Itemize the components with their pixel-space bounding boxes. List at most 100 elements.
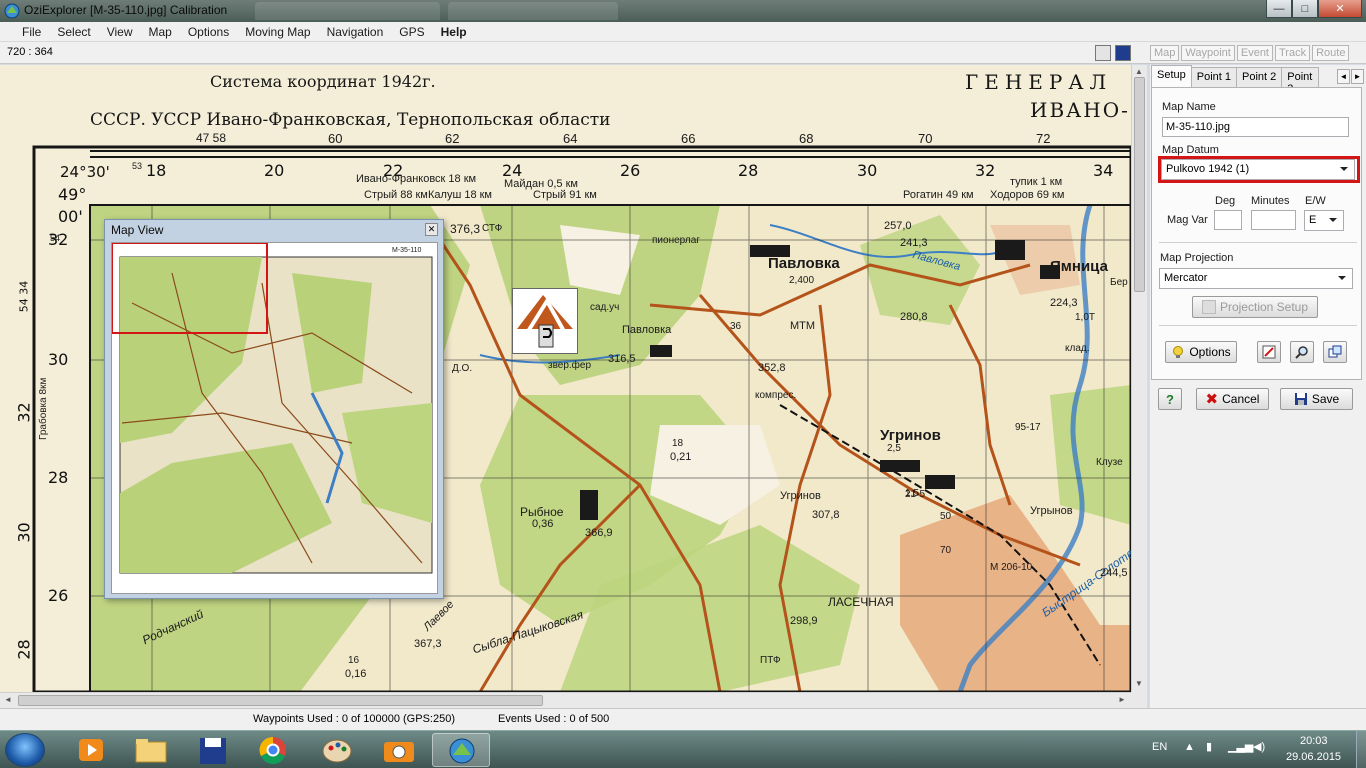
cursor-coordinates: 720 : 364 (7, 46, 53, 58)
mag-var-minutes-input[interactable] (1251, 210, 1296, 230)
grid-label: 26 (620, 161, 641, 180)
menu-help[interactable]: Help (433, 25, 475, 39)
cancel-label: Cancel (1222, 392, 1260, 406)
map-datum-select[interactable]: Pulkovo 1942 (1) (1161, 159, 1355, 180)
menu-map[interactable]: Map (141, 25, 180, 39)
map-datum-value: Pulkovo 1942 (1) (1166, 163, 1250, 175)
grid-label: 32 (975, 161, 996, 180)
scroll-right-icon[interactable]: ► (1118, 695, 1126, 704)
magnifier-icon (1295, 346, 1308, 359)
scroll-down-icon[interactable]: ▼ (1135, 679, 1143, 688)
elevation-label: 21-5 (905, 489, 926, 500)
taskbar-paint[interactable] (308, 733, 366, 767)
map-view-window[interactable]: Map View ✕ M-35-110 (104, 219, 444, 599)
volume-icon[interactable]: ◀) (1253, 740, 1265, 753)
mode-tab-route[interactable]: Route (1312, 45, 1350, 61)
map-projection-select[interactable]: Mercator (1159, 268, 1353, 289)
tab-point-3[interactable]: Point 3 (1281, 67, 1320, 87)
scroll-up-icon[interactable]: ▲ (1135, 67, 1143, 76)
menu-file[interactable]: File (14, 25, 49, 39)
tab-setup[interactable]: Setup (1151, 65, 1192, 87)
status-bar: Waypoints Used : 0 of 100000 (GPS:250) E… (0, 708, 1366, 730)
menu-options[interactable]: Options (180, 25, 237, 39)
elevation-label: 241,3 (900, 237, 928, 249)
tab-point-1[interactable]: Point 1 (1190, 67, 1237, 87)
map-horizontal-scrollbar[interactable]: ◄ ► (0, 692, 1131, 708)
direction-label: Стрый 91 км (533, 189, 597, 201)
corner-longitude-label: 24°30' (60, 163, 110, 181)
floppy-disk-icon (200, 738, 226, 764)
corner-small-label: 54 (50, 233, 61, 243)
save-disk-icon[interactable] (1115, 45, 1131, 61)
deg-label: Deg (1215, 195, 1236, 207)
map-canvas[interactable]: Система координат 1942г. СССР. УССР Иван… (0, 65, 1131, 692)
chrome-icon (259, 736, 286, 764)
menu-select[interactable]: Select (49, 25, 98, 39)
help-button[interactable]: ? (1158, 388, 1182, 410)
scroll-thumb[interactable] (18, 695, 543, 706)
tab-scroll-right-icon[interactable]: ► (1351, 69, 1364, 84)
light-bulb-icon (1173, 346, 1184, 358)
minimize-button[interactable]: — (1266, 0, 1292, 18)
mag-var-ew-select[interactable]: E (1304, 210, 1344, 231)
grid-label: 28 (48, 468, 69, 487)
title-bar[interactable]: OziExplorer [M-35-110.jpg] Calibration —… (0, 0, 1366, 22)
show-desktop-button[interactable] (1356, 731, 1366, 768)
elevation-label: 50 (940, 511, 952, 522)
network-signal-icon[interactable]: ▁▃▅ (1228, 740, 1253, 753)
windows-button[interactable] (1323, 341, 1347, 363)
elevation-label: 366,9 (585, 527, 613, 539)
clock-date[interactable]: 29.06.2015 (1286, 751, 1341, 763)
map-vertical-scrollbar[interactable]: ▲ ▼ (1131, 65, 1147, 692)
place-label: пионерлаг (652, 235, 700, 246)
map-name-label: Map Name (1162, 101, 1216, 113)
close-button[interactable]: ✕ (1318, 0, 1362, 18)
mode-tab-waypoint[interactable]: Waypoint (1181, 45, 1235, 61)
mode-tab-map[interactable]: Map (1150, 45, 1180, 61)
taskbar-camera[interactable] (370, 733, 428, 767)
maximize-button[interactable]: □ (1292, 0, 1318, 18)
place-label: Д.О. (452, 363, 473, 374)
mode-tab-event[interactable]: Event (1236, 45, 1273, 61)
projection-setup-button[interactable]: Projection Setup (1192, 296, 1318, 318)
taskbar-explorer[interactable] (122, 733, 180, 767)
toolbar: 720 : 364 Map Waypoint Event Track Route (0, 42, 1366, 64)
menu-view[interactable]: View (99, 25, 141, 39)
language-indicator[interactable]: EN (1152, 741, 1167, 753)
elevation-label: 1,0T (1075, 312, 1096, 323)
mag-var-deg-input[interactable] (1214, 210, 1242, 230)
zoom-button[interactable] (1290, 341, 1314, 363)
scale-label: 66 (681, 131, 696, 146)
map-image-icon[interactable] (1095, 45, 1111, 61)
menu-gps[interactable]: GPS (391, 25, 432, 39)
tray-device-icon[interactable]: ▮ (1206, 740, 1212, 753)
grid-overlay-button[interactable] (1257, 341, 1281, 363)
menu-navigation[interactable]: Navigation (319, 25, 392, 39)
menu-moving-map[interactable]: Moving Map (237, 25, 318, 39)
minutes-label: Minutes (1251, 195, 1290, 207)
cancel-button[interactable]: ✖ Cancel (1196, 388, 1269, 410)
grid-label: 32 (14, 402, 34, 423)
media-player-icon (79, 739, 103, 761)
map-view-thumbnail[interactable]: M-35-110 (111, 242, 438, 594)
taskbar-chrome[interactable] (244, 733, 302, 767)
direction-label: Стрый 88 км (364, 189, 428, 201)
tray-expand-icon[interactable]: ▲ (1184, 741, 1195, 753)
taskbar-oziexplorer[interactable] (432, 733, 490, 767)
mode-tab-track[interactable]: Track (1275, 45, 1311, 61)
taskbar-media-player[interactable] (62, 733, 120, 767)
scroll-left-icon[interactable]: ◄ (4, 695, 12, 704)
tab-point-2[interactable]: Point 2 (1236, 67, 1283, 87)
options-button[interactable]: Options (1165, 341, 1237, 363)
tab-scroll-left-icon[interactable]: ◄ (1337, 69, 1350, 84)
start-button[interactable] (5, 733, 45, 767)
taskbar-save-app[interactable] (184, 733, 242, 767)
map-name-field[interactable]: M-35-110.jpg (1162, 117, 1349, 137)
save-button[interactable]: Save (1280, 388, 1353, 410)
windows-icon (1328, 345, 1342, 358)
place-label: Угринов (880, 427, 941, 444)
map-view-close-button[interactable]: ✕ (425, 223, 438, 236)
scroll-thumb[interactable] (1134, 77, 1145, 292)
elevation-label: 367,3 (414, 638, 442, 650)
clock-time[interactable]: 20:03 (1300, 735, 1328, 747)
